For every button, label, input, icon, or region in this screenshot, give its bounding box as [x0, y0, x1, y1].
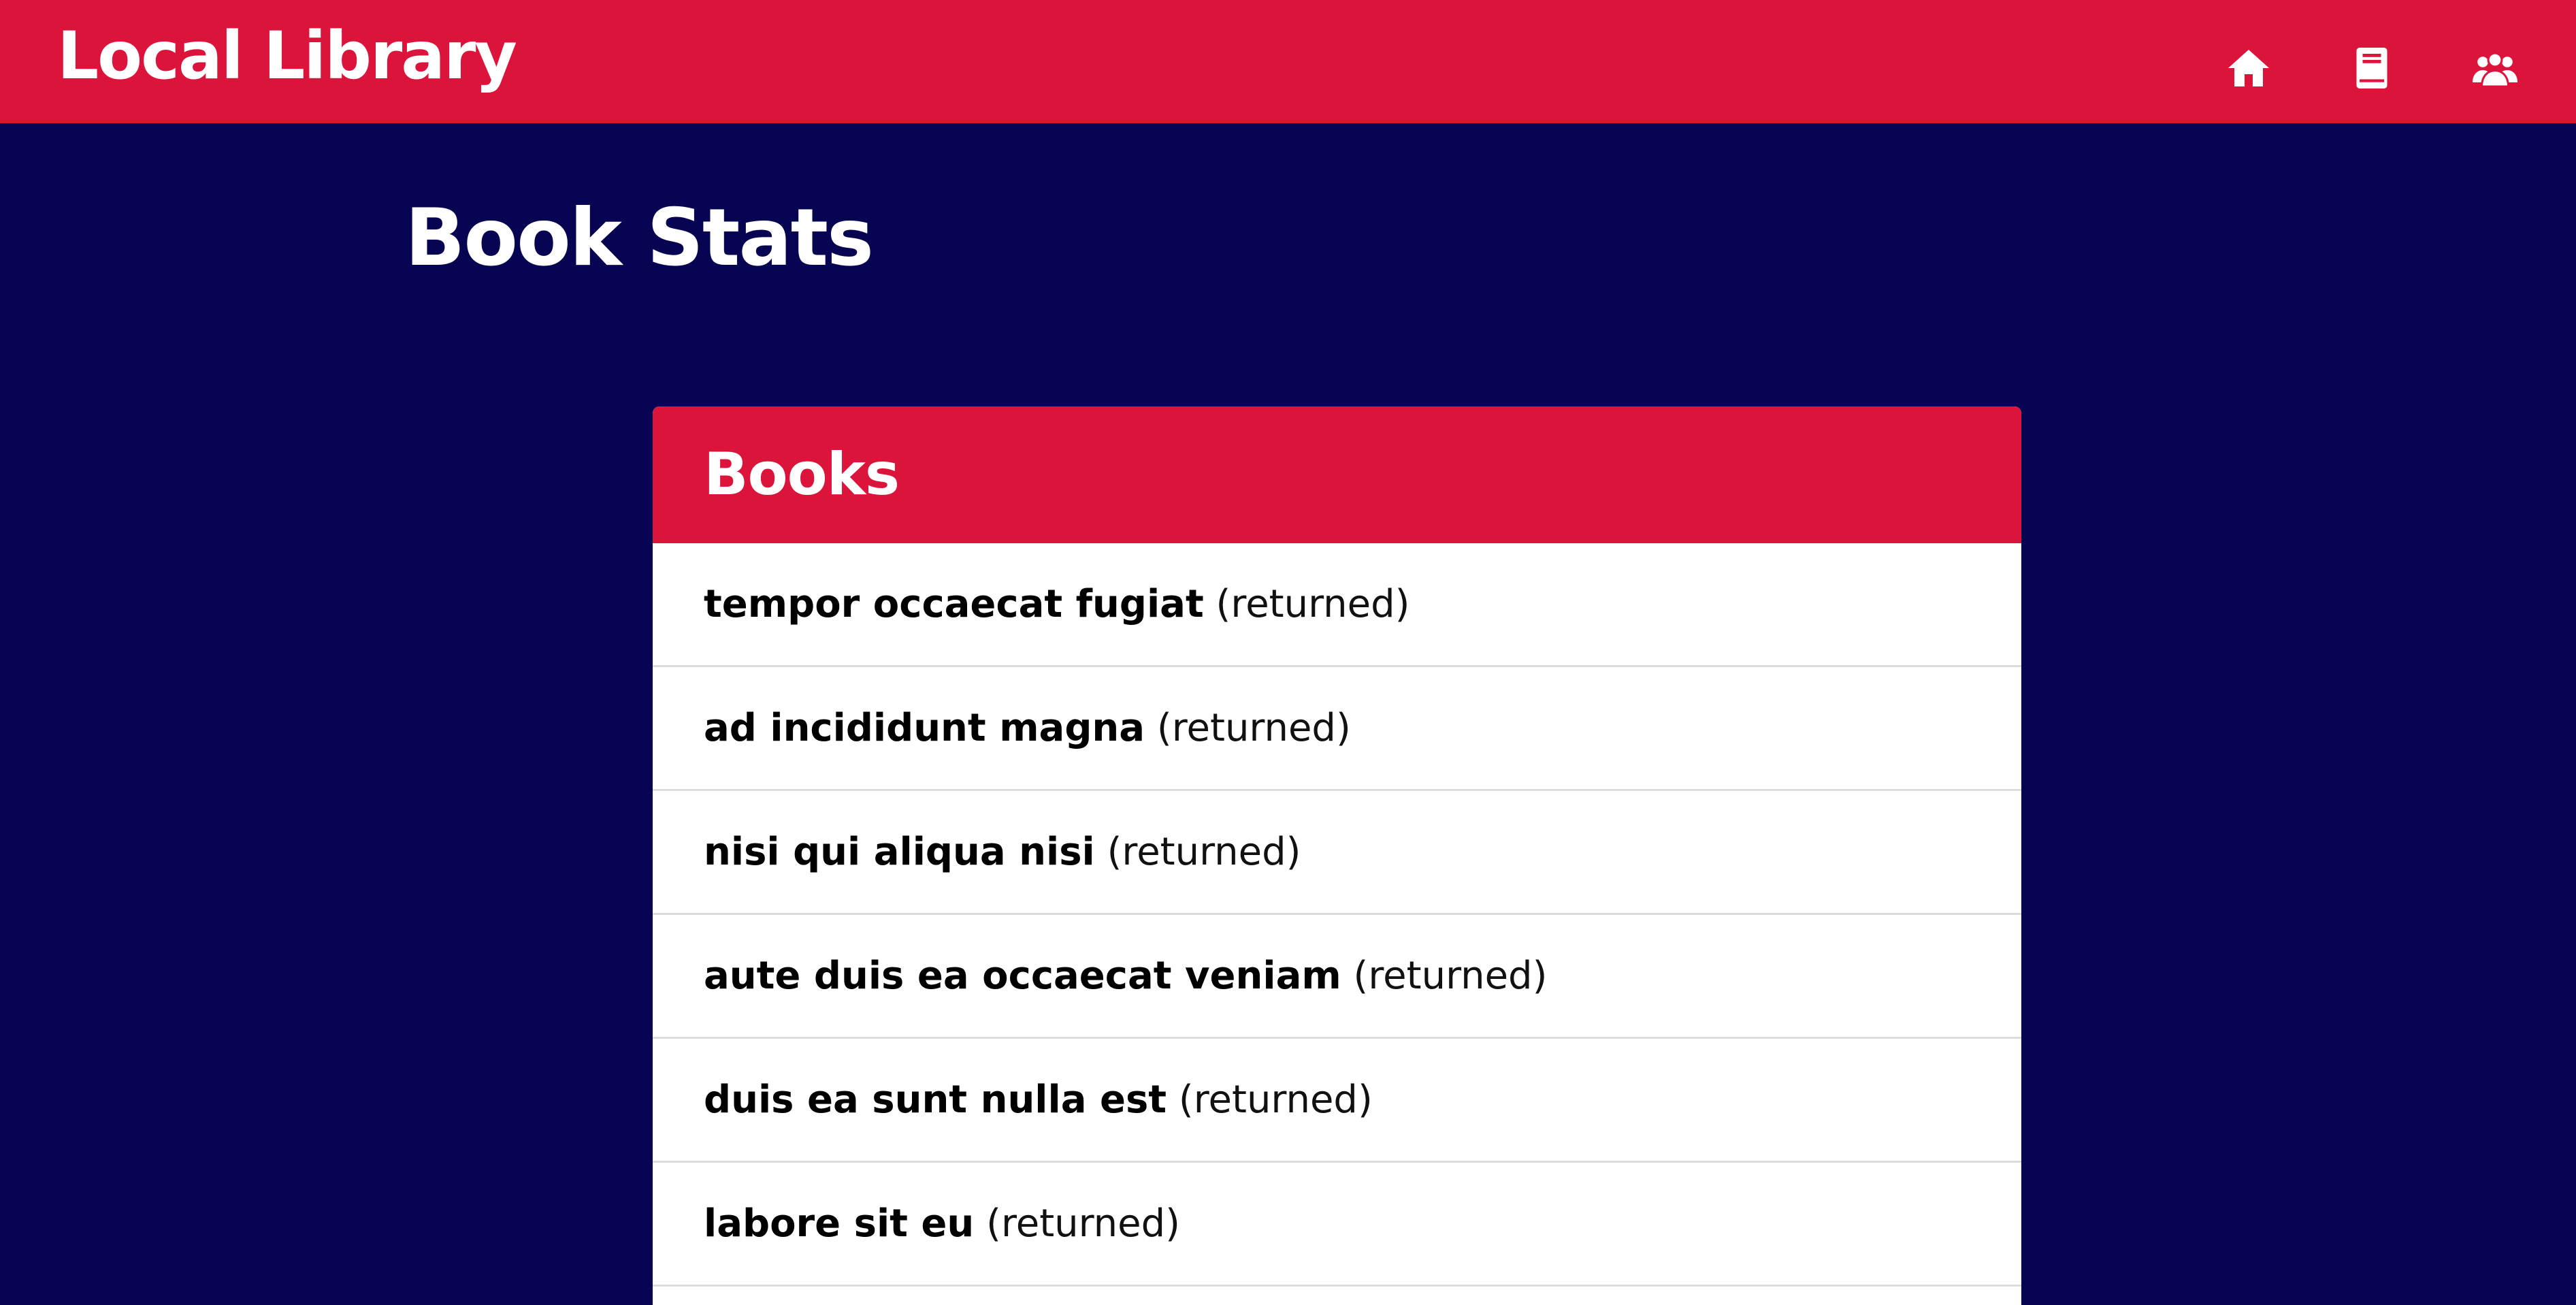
book-list: tempor occaecat fugiat (returned) ad inc…	[653, 543, 2021, 1287]
books-card-header: Books	[653, 406, 2021, 543]
book-status: (returned)	[1107, 830, 1301, 874]
book-list-item[interactable]: duis ea sunt nulla est (returned)	[653, 1039, 2021, 1163]
book-title: ad incididunt magna	[704, 706, 1145, 750]
book-title: nisi qui aliqua nisi	[704, 830, 1095, 874]
brand-title[interactable]: Local Library	[57, 0, 517, 116]
books-card: Books tempor occaecat fugiat (returned) …	[653, 406, 2021, 1305]
book-status: (returned)	[986, 1202, 1181, 1246]
book-title: aute duis ea occaecat veniam	[704, 954, 1341, 998]
book-list-item[interactable]: tempor occaecat fugiat (returned)	[653, 543, 2021, 667]
book-status: (returned)	[1216, 582, 1410, 626]
top-nav-bar: Local Library	[0, 0, 2576, 123]
book-list-item[interactable]: ad incididunt magna (returned)	[653, 667, 2021, 791]
home-icon[interactable]	[2224, 44, 2273, 93]
book-title: tempor occaecat fugiat	[704, 582, 1204, 626]
book-icon[interactable]	[2347, 44, 2396, 93]
book-list-item[interactable]: nisi qui aliqua nisi (returned)	[653, 791, 2021, 915]
book-status: (returned)	[1178, 1078, 1373, 1122]
page-title: Book Stats	[405, 192, 874, 284]
book-title: duis ea sunt nulla est	[704, 1078, 1167, 1122]
book-title: labore sit eu	[704, 1202, 975, 1246]
book-status: (returned)	[1353, 954, 1548, 998]
users-icon[interactable]	[2471, 44, 2520, 93]
book-list-item[interactable]: labore sit eu (returned)	[653, 1163, 2021, 1287]
book-status: (returned)	[1156, 706, 1351, 750]
book-list-item[interactable]: aute duis ea occaecat veniam (returned)	[653, 915, 2021, 1039]
